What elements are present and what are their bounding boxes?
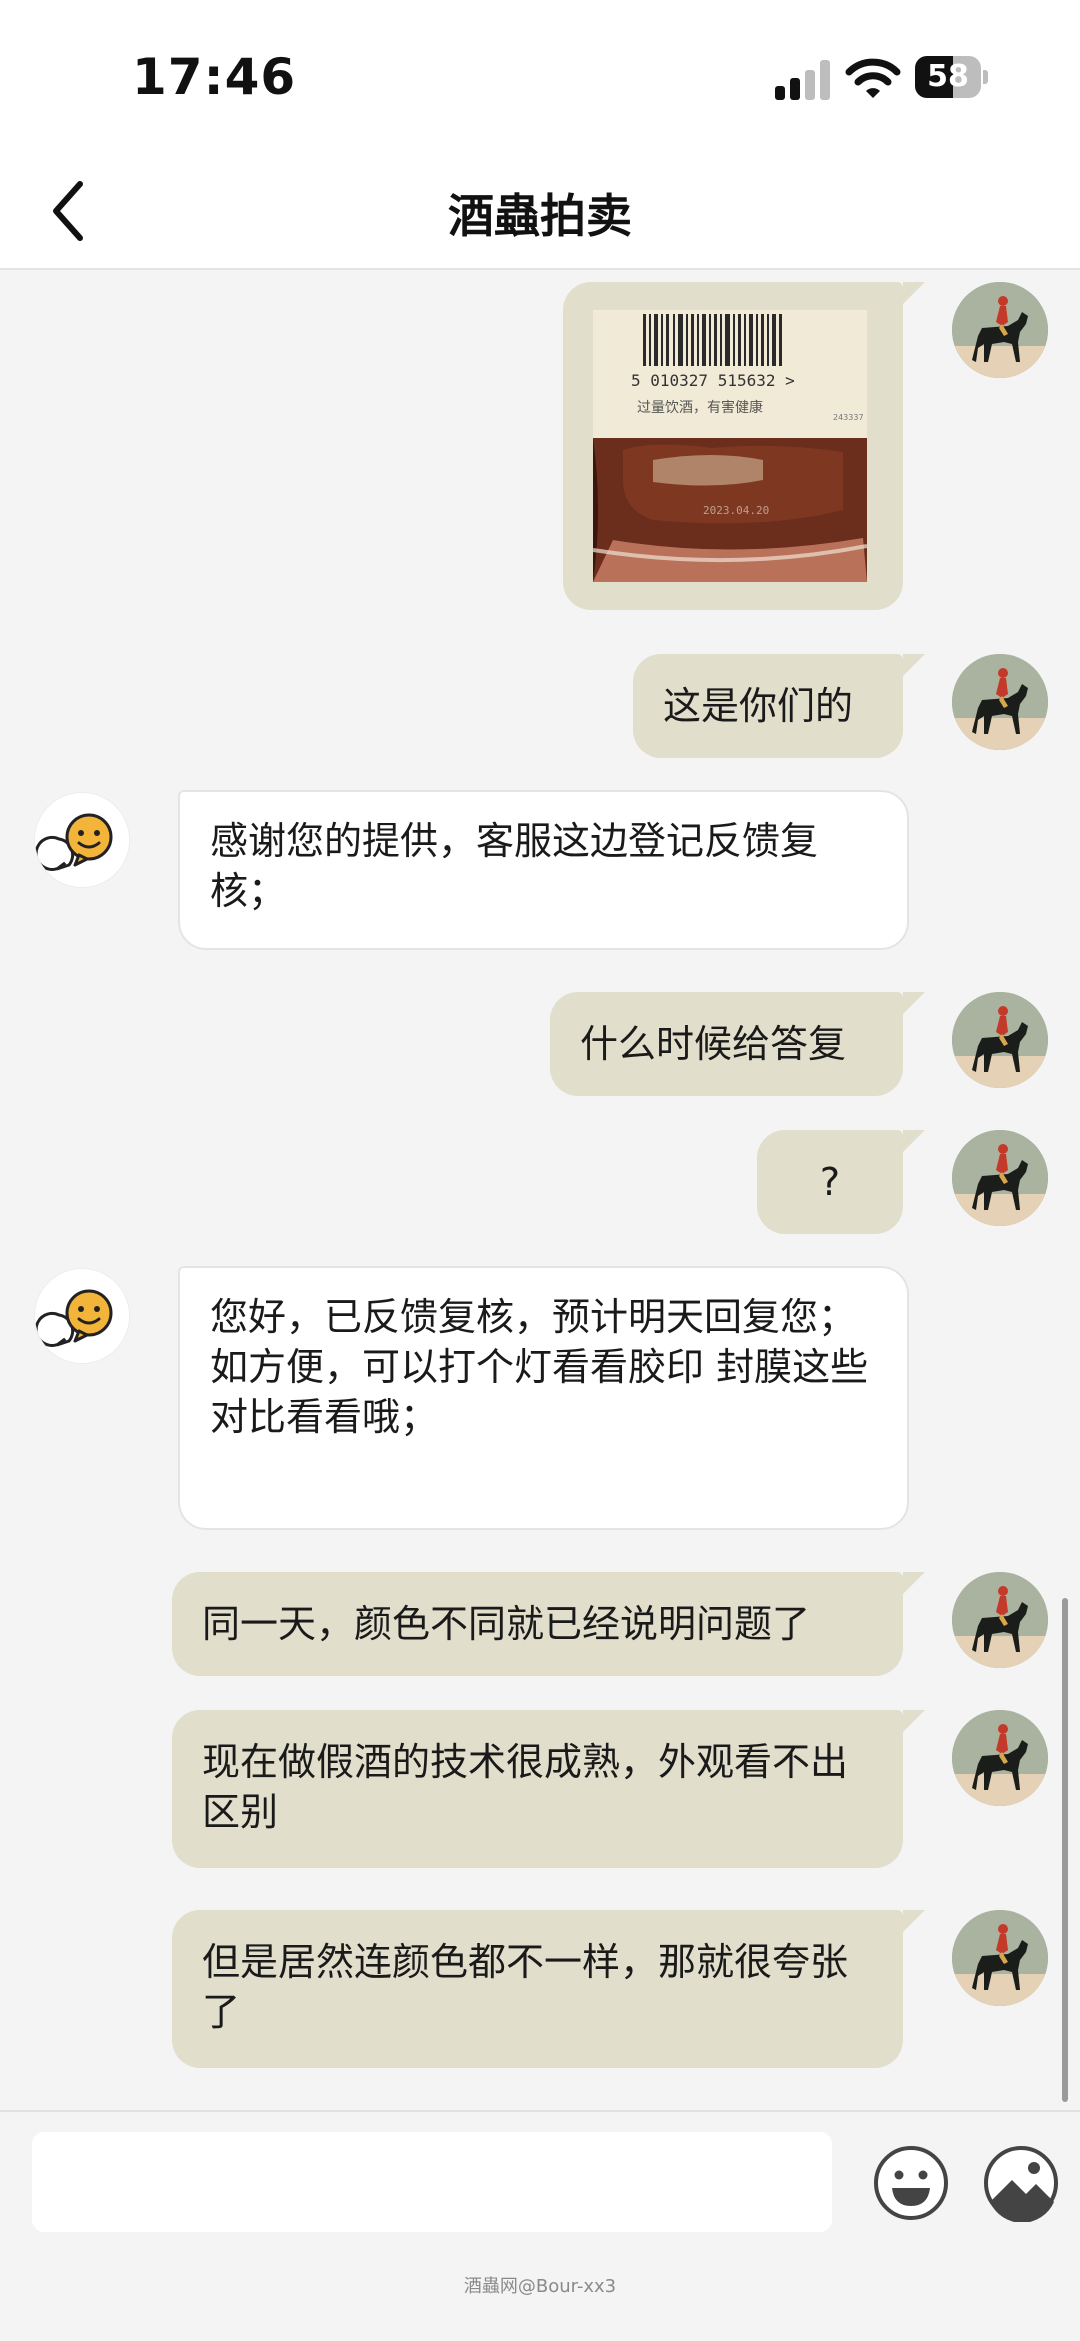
status-bar: 17:46 58	[0, 0, 1080, 150]
bottle-photo[interactable]: 5 010327 515632 > 过量饮酒，有害健康 243337 2023.…	[593, 310, 867, 582]
message-bubble[interactable]: 但是居然连颜色都不一样，那就很夸张了	[172, 1910, 903, 2068]
user-avatar[interactable]	[952, 282, 1048, 378]
side-code: 243337	[833, 413, 864, 422]
user-avatar[interactable]	[952, 1910, 1048, 2006]
message-bubble[interactable]: 现在做假酒的技术很成熟，外观看不出区别	[172, 1710, 903, 1868]
signal-icon	[775, 60, 833, 100]
message-text: 这是你们的	[663, 684, 854, 728]
wifi-icon	[845, 58, 901, 98]
message-text: 如方便，可以打个灯看看胶印 封膜这些对比看看哦；	[210, 1345, 869, 1439]
warning-label: 过量饮酒，有害健康	[637, 399, 763, 416]
page-title: 酒蟲拍卖	[448, 189, 632, 243]
watermark: 酒蟲网@Bour-xx3	[463, 2276, 617, 2297]
input-bar: 酒蟲网@Bour-xx3	[0, 2110, 1080, 2341]
message-text: 您好，已反馈复核，预计明天回复您；	[210, 1295, 857, 1339]
message-text: 现在做假酒的技术很成熟，外观看不出区别	[202, 1740, 849, 1834]
nav-header: 酒蟲拍卖	[0, 150, 1080, 270]
message-text: 感谢您的提供，客服这边登记反馈复核；	[210, 819, 819, 913]
agent-avatar[interactable]	[34, 1268, 130, 1364]
message-bubble[interactable]: 什么时候给答复	[550, 992, 903, 1096]
message-bubble[interactable]: ?	[757, 1130, 903, 1234]
scrollbar[interactable]	[1062, 1598, 1068, 2102]
message-bubble[interactable]: 感谢您的提供，客服这边登记反馈复核；	[178, 790, 909, 950]
battery-percentage: 58	[927, 59, 969, 94]
barcode-number: 5 010327 515632 >	[631, 371, 795, 390]
message-input[interactable]	[32, 2132, 832, 2232]
image-button[interactable]	[982, 2144, 1060, 2222]
user-avatar[interactable]	[952, 1572, 1048, 1668]
user-avatar[interactable]	[952, 992, 1048, 1088]
image-message-bubble[interactable]: 5 010327 515632 > 过量饮酒，有害健康 243337 2023.…	[563, 282, 903, 610]
message-bubble[interactable]: 同一天，颜色不同就已经说明问题了	[172, 1572, 903, 1676]
agent-avatar[interactable]	[34, 792, 130, 888]
message-text: 但是居然连颜色都不一样，那就很夸张了	[202, 1940, 849, 2034]
message-text: 同一天，颜色不同就已经说明问题了	[202, 1602, 811, 1646]
chat-area[interactable]: 5 010327 515632 > 过量饮酒，有害健康 243337 2023.…	[0, 272, 1080, 2110]
message-bubble[interactable]: 这是你们的	[633, 654, 903, 758]
status-time: 17:46	[132, 48, 297, 106]
message-text: 什么时候给答复	[580, 1022, 847, 1066]
print-code: 2023.04.20	[703, 504, 769, 517]
message-bubble[interactable]: 您好，已反馈复核，预计明天回复您； 如方便，可以打个灯看看胶印 封膜这些对比看看…	[178, 1266, 909, 1530]
battery-icon: 58	[915, 56, 988, 98]
user-avatar[interactable]	[952, 654, 1048, 750]
user-avatar[interactable]	[952, 1130, 1048, 1226]
emoji-button[interactable]	[872, 2144, 950, 2222]
message-text: ?	[819, 1160, 841, 1204]
user-avatar[interactable]	[952, 1710, 1048, 1806]
